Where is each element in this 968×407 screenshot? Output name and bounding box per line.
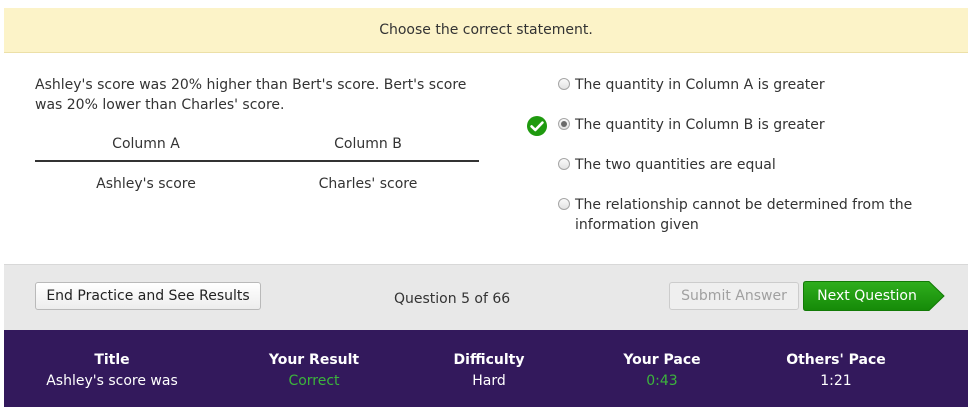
action-bar: End Practice and See Results Question 5 … [4, 264, 968, 330]
radio-button[interactable] [558, 78, 570, 90]
next-question-button[interactable]: Next Question [803, 281, 945, 311]
radio-button-selected[interactable] [558, 118, 570, 130]
stat-header: Difficulty [453, 352, 525, 368]
next-question-label: Next Question [817, 288, 917, 304]
prompt-text: Choose the correct statement. [379, 22, 593, 38]
table-row: Ashley's score Charles' score [35, 162, 479, 204]
stat-value: 0:43 [646, 373, 678, 389]
column-a-value: Ashley's score [96, 176, 196, 192]
question-text: Ashley's score was 20% higher than Bert'… [35, 77, 467, 113]
stat-difficulty: Difficulty Hard [414, 351, 564, 391]
stat-value: Correct [288, 373, 340, 389]
prompt-bar: Choose the correct statement. [4, 8, 968, 53]
stat-others-pace: Others' Pace 1:21 [756, 351, 916, 391]
question-counter: Question 5 of 66 [394, 291, 511, 307]
option-label[interactable]: The quantity in Column A is greater [575, 75, 935, 95]
stat-header: Others' Pace [786, 352, 886, 368]
check-circle-icon [526, 115, 548, 137]
stat-your-result: Your Result Correct [234, 351, 394, 391]
stats-bar: Title Ashley's score was Your Result Cor… [4, 330, 968, 407]
question-panel: Ashley's score was 20% higher than Bert'… [4, 53, 968, 264]
option-label[interactable]: The relationship cannot be determined fr… [575, 195, 935, 235]
stat-title: Title Ashley's score was [19, 351, 205, 391]
quantity-comparison-table: Column A Column B Ashley's score Charles… [35, 131, 479, 204]
submit-answer-button[interactable]: Submit Answer [669, 282, 799, 310]
radio-button[interactable] [558, 158, 570, 170]
radio-button[interactable] [558, 198, 570, 210]
stat-value: 1:21 [820, 373, 852, 389]
stat-your-pace: Your Pace 0:43 [584, 351, 740, 391]
stat-value: Ashley's score was [46, 373, 178, 389]
column-b-header: Column B [334, 136, 402, 152]
table-header-row: Column A Column B [35, 131, 479, 162]
stat-header: Your Pace [623, 352, 701, 368]
option-label[interactable]: The two quantities are equal [575, 155, 935, 175]
end-practice-button[interactable]: End Practice and See Results [35, 282, 261, 310]
stat-value: Hard [472, 373, 506, 389]
stat-header: Title [94, 352, 130, 368]
stat-header: Your Result [268, 352, 360, 368]
option-label[interactable]: The quantity in Column B is greater [575, 115, 935, 135]
column-b-value: Charles' score [318, 176, 418, 192]
column-a-header: Column A [112, 136, 180, 152]
